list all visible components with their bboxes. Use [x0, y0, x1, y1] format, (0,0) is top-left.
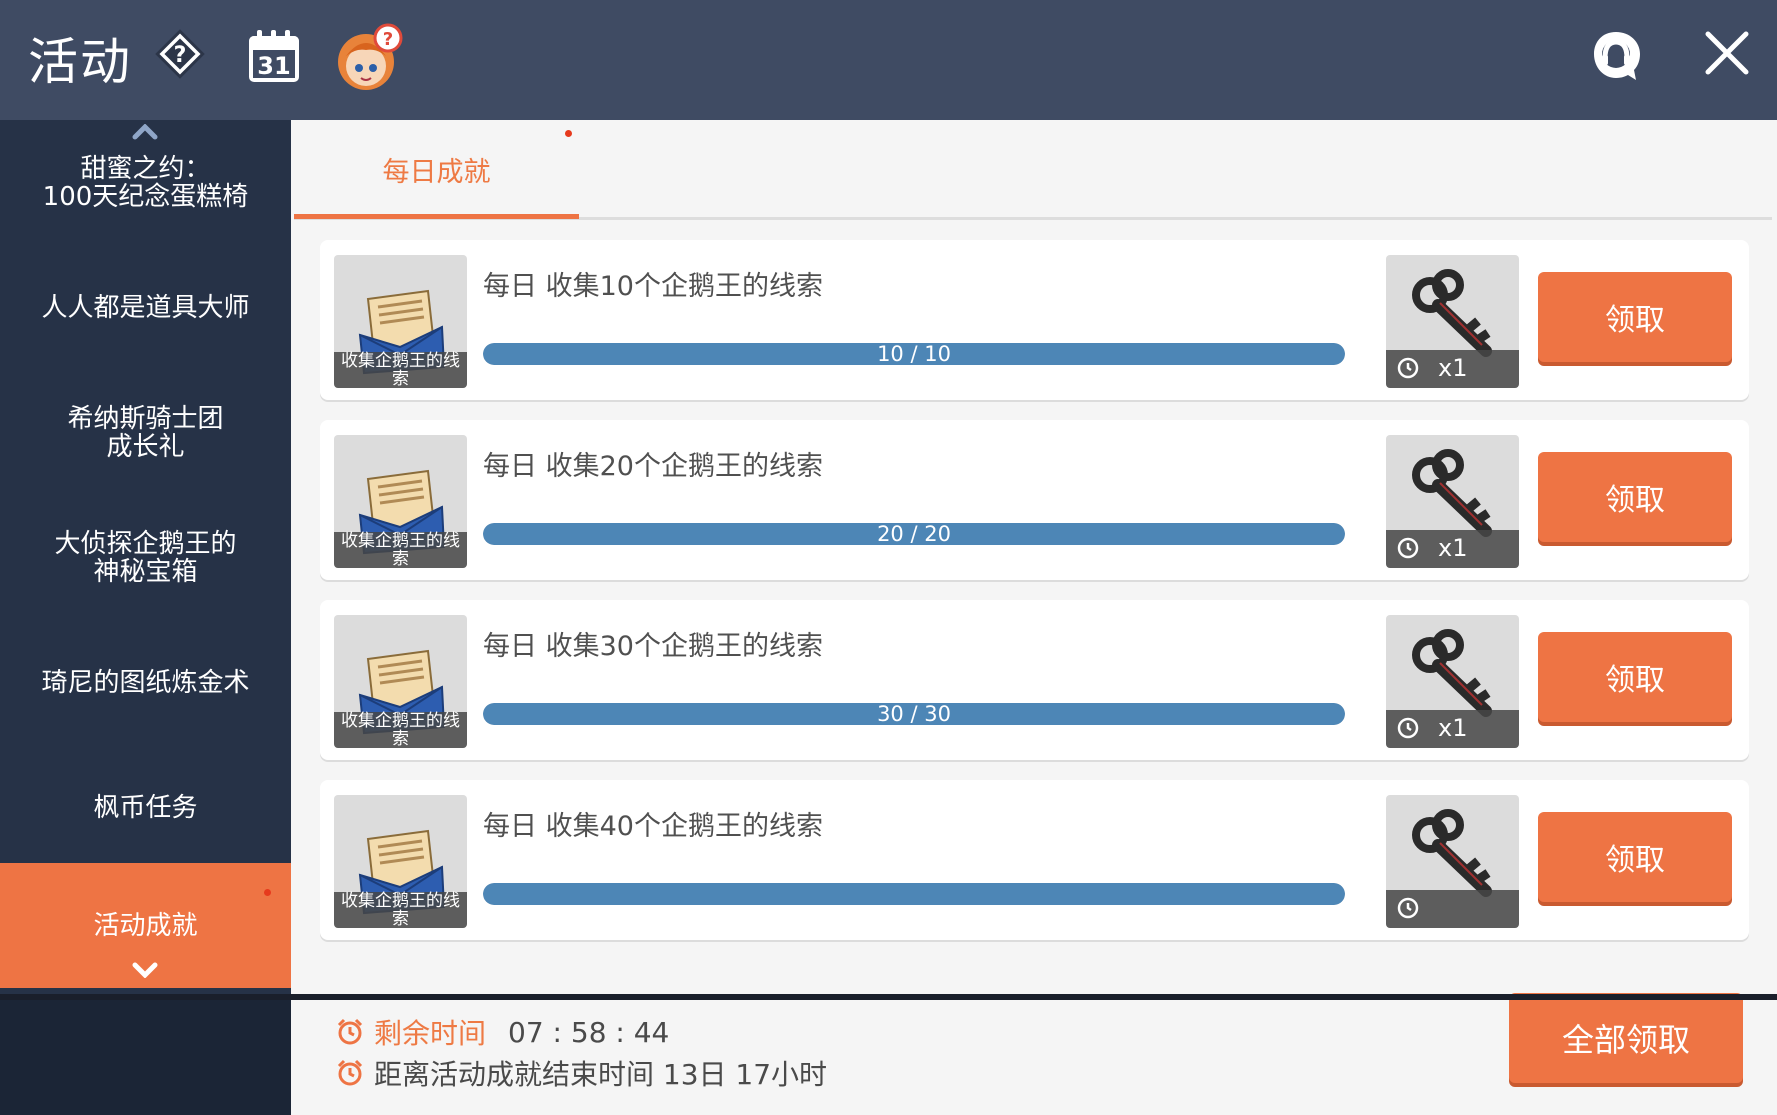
clock-icon — [1397, 897, 1419, 919]
claim-button-label: 领取 — [1605, 483, 1665, 518]
claim-all-button[interactable]: 全部领取 — [1509, 993, 1743, 1083]
svg-text:?: ? — [383, 29, 393, 50]
reward-info-band: x1 — [1386, 710, 1519, 748]
claim-button-label: 领取 — [1605, 303, 1665, 338]
sidebar-item-cygnus-growth[interactable]: 希纳斯骑士团 成长礼 — [0, 370, 291, 495]
sidebar-item-meso-quest[interactable]: 枫币任务 — [0, 745, 291, 870]
sidebar-item-penguin-chest[interactable]: 大侦探企鹅王的 神秘宝箱 — [0, 495, 291, 620]
close-icon[interactable] — [1702, 28, 1752, 82]
reward-info-band — [1386, 890, 1519, 928]
progress-label: 20 / 20 — [877, 523, 951, 545]
bottom-edge — [0, 994, 1777, 1000]
sidebar-item-label: 琦尼的图纸炼金术 — [41, 667, 250, 698]
clock-icon — [1397, 537, 1419, 559]
task-title: 每日 收集30个企鹅王的线索 — [483, 631, 823, 662]
task-list[interactable]: 收集企鹅王的线索 每日 收集10个企鹅王的线索 10 / 10 x1 领取 收集… — [291, 220, 1777, 977]
task-row: 收集企鹅王的线索 每日 收集30个企鹅王的线索 30 / 30 x1 领取 — [320, 600, 1749, 760]
alarm-clock-icon — [337, 1018, 363, 1045]
progress-bar: 20 / 20 — [483, 523, 1345, 545]
claim-button[interactable]: 领取 — [1538, 272, 1732, 362]
tab-label: 每日成就 — [382, 156, 491, 188]
activity-sidebar: 甜蜜之约： 100天纪念蛋糕椅 人人都是道具大师 希纳斯骑士团 成长礼 大侦探企… — [0, 120, 291, 995]
sidebar-item-item-master[interactable]: 人人都是道具大师 — [0, 245, 291, 370]
notification-dot — [565, 130, 572, 137]
claim-button-label: 领取 — [1605, 843, 1665, 878]
sidebar-item-blueprint-alchemy[interactable]: 琦尼的图纸炼金术 — [0, 620, 291, 745]
item-caption: 收集企鹅王的线索 — [334, 712, 467, 748]
clock-icon — [1397, 357, 1419, 379]
sidebar-item-label: 大侦探企鹅王的 神秘宝箱 — [54, 528, 237, 587]
tab-bar: 每日成就 — [291, 120, 1777, 220]
scroll-up-icon[interactable] — [132, 123, 158, 144]
task-title: 每日 收集20个企鹅王的线索 — [483, 451, 823, 482]
item-caption: 收集企鹅王的线索 — [334, 532, 467, 568]
sidebar-item-label: 希纳斯骑士团 成长礼 — [67, 403, 224, 462]
claim-button-label: 领取 — [1605, 663, 1665, 698]
claim-button[interactable]: 领取 — [1538, 452, 1732, 542]
remaining-time-line: 剩余时间 07 : 58 : 44 — [336, 1012, 669, 1052]
svg-text:?: ? — [174, 43, 187, 68]
clock-icon — [1397, 717, 1419, 739]
notification-dot — [264, 889, 271, 896]
progress-label — [483, 883, 1345, 905]
reward-info-band: x1 — [1386, 530, 1519, 568]
item-caption: 收集企鹅王的线索 — [334, 352, 467, 388]
page-title: 活动 — [28, 33, 132, 91]
reward-key-item[interactable]: x1 — [1386, 435, 1519, 568]
sidebar-item-label: 人人都是道具大师 — [41, 292, 250, 323]
reward-key-item[interactable] — [1386, 795, 1519, 928]
claim-button[interactable]: 领取 — [1538, 812, 1732, 902]
event-end-text: 距离活动成就结束时间 13日 17小时 — [374, 1058, 828, 1091]
reward-quantity: x1 — [1438, 534, 1468, 562]
calendar-day: 31 — [257, 52, 290, 80]
calendar-icon[interactable]: 31 — [247, 28, 301, 88]
reward-key-item[interactable]: x1 — [1386, 615, 1519, 748]
progress-bar — [483, 883, 1345, 905]
clue-item-thumbnail[interactable]: 收集企鹅王的线索 — [334, 795, 467, 928]
event-end-line: 距离活动成就结束时间 13日 17小时 — [336, 1053, 827, 1093]
scroll-down-icon[interactable] — [132, 962, 158, 982]
reward-info-band: x1 — [1386, 350, 1519, 388]
task-row: 收集企鹅王的线索 每日 收集10个企鹅王的线索 10 / 10 x1 领取 — [320, 240, 1749, 400]
sidebar-item-label: 枫币任务 — [93, 792, 198, 823]
progress-label: 10 / 10 — [877, 343, 951, 365]
remaining-time-label: 剩余时间 — [374, 1017, 487, 1050]
sidebar-item-label: 活动成就 — [93, 910, 198, 941]
clue-item-thumbnail[interactable]: 收集企鹅王的线索 — [334, 435, 467, 568]
claim-button[interactable]: 领取 — [1538, 632, 1732, 722]
help-icon[interactable]: ? — [154, 28, 206, 84]
claim-all-label: 全部领取 — [1561, 1021, 1690, 1059]
sidebar-item-label: 甜蜜之约： 100天纪念蛋糕椅 — [42, 153, 249, 212]
content-panel: 每日成就 收集企鹅王的线索 每日 收集10个企鹅王的线索 10 / 10 x1 … — [291, 120, 1777, 1115]
task-row: 收集企鹅王的线索 每日 收集20个企鹅王的线索 20 / 20 x1 领取 — [320, 420, 1749, 580]
tab-daily-achievement[interactable]: 每日成就 — [294, 120, 579, 218]
progress-bar: 30 / 30 — [483, 703, 1345, 725]
task-title: 每日 收集40个企鹅王的线索 — [483, 811, 823, 842]
clue-item-thumbnail[interactable]: 收集企鹅王的线索 — [334, 615, 467, 748]
remaining-time-value: 07 : 58 : 44 — [508, 1015, 670, 1049]
progress-bar: 10 / 10 — [483, 343, 1345, 365]
item-caption: 收集企鹅王的线索 — [334, 892, 467, 928]
character-avatar-icon[interactable]: ? — [330, 22, 406, 98]
alarm-clock-icon — [337, 1059, 363, 1086]
top-bar: 活动 ? 31 ? — [0, 0, 1777, 120]
reward-key-item[interactable]: x1 — [1386, 255, 1519, 388]
customer-support-icon[interactable] — [1588, 28, 1644, 88]
tab-active-indicator — [294, 214, 579, 219]
reward-quantity: x1 — [1438, 354, 1468, 382]
progress-label: 30 / 30 — [877, 703, 951, 725]
task-title: 每日 收集10个企鹅王的线索 — [483, 271, 823, 302]
clue-item-thumbnail[interactable]: 收集企鹅王的线索 — [334, 255, 467, 388]
reward-quantity: x1 — [1438, 714, 1468, 742]
task-row: 收集企鹅王的线索 每日 收集40个企鹅王的线索 领取 — [320, 780, 1749, 940]
